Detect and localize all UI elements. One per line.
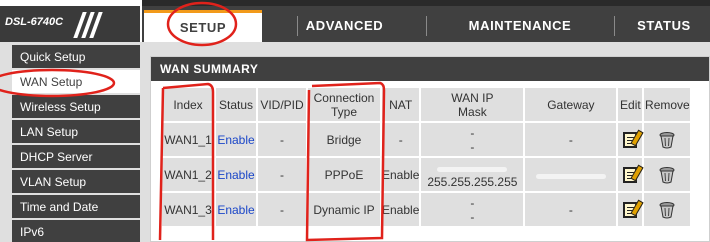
trash-icon[interactable]: [659, 166, 675, 184]
cell-wan-ip-mask: --: [421, 193, 524, 226]
cell-status[interactable]: Enable: [216, 158, 256, 191]
router-admin-page: DSL-6740C SETUP ADVANCED MAINTENANCE STA…: [0, 0, 710, 242]
connection-type-label: Connection Type: [313, 90, 375, 119]
cell-nat: Enable: [382, 158, 420, 191]
cell-edit[interactable]: [618, 158, 643, 191]
trash-icon[interactable]: [659, 201, 675, 219]
wan-mask: -: [470, 139, 475, 154]
edit-icon[interactable]: [623, 201, 638, 218]
trash-icon[interactable]: [659, 131, 675, 149]
wan-mask: 255.255.255.255: [427, 174, 518, 189]
sidebar-item-quick-setup[interactable]: Quick Setup: [12, 45, 140, 68]
tab-maintenance[interactable]: MAINTENANCE: [430, 12, 610, 38]
brand-logo: DSL-6740C: [0, 6, 140, 42]
tab-setup[interactable]: SETUP: [144, 10, 262, 42]
tab-advanced[interactable]: ADVANCED: [272, 12, 417, 38]
sidebar-item-lan-setup[interactable]: LAN Setup: [12, 120, 140, 143]
cell-index: WAN1_3: [162, 193, 214, 226]
sidebar-item-dhcp-server[interactable]: DHCP Server: [12, 145, 140, 168]
status-link[interactable]: Enable: [217, 133, 254, 147]
cell-index: WAN1_2: [162, 158, 214, 191]
column-header-status: Status: [216, 88, 256, 121]
column-header-remove: Remove: [644, 88, 691, 121]
main-nav-tabs: SETUP ADVANCED MAINTENANCE STATUS: [142, 6, 710, 42]
wan-mask: -: [470, 209, 475, 224]
cell-nat: -: [382, 123, 420, 156]
status-link[interactable]: Enable: [217, 203, 254, 217]
top-bar: DSL-6740C SETUP ADVANCED MAINTENANCE STA…: [0, 0, 710, 42]
wan-ip: -: [470, 125, 475, 140]
tab-separator: [614, 16, 615, 36]
sidebar-item-time-and-date[interactable]: Time and Date: [12, 195, 140, 218]
wan-summary-table: Index Status VID/PID Connection Type NAT…: [160, 86, 692, 228]
cell-status[interactable]: Enable: [216, 193, 256, 226]
tab-separator: [426, 16, 427, 36]
wan-ip-mask-label: WAN IP Mask: [451, 90, 494, 119]
sidebar-item-wireless-setup[interactable]: Wireless Setup: [12, 95, 140, 118]
cell-index: WAN1_1: [162, 123, 214, 156]
cell-vidpid: -: [258, 158, 306, 191]
table-row: WAN1_3 Enable - Dynamic IP Enable -- -: [162, 193, 691, 226]
cell-vidpid: -: [258, 193, 306, 226]
status-link[interactable]: Enable: [217, 168, 254, 182]
table-row: WAN1_2 Enable - PPPoE Enable 255.255.255…: [162, 158, 691, 191]
table-header-row: Index Status VID/PID Connection Type NAT…: [162, 88, 691, 121]
edit-icon[interactable]: [623, 131, 638, 148]
cell-edit[interactable]: [618, 123, 643, 156]
tab-status[interactable]: STATUS: [618, 12, 710, 38]
wan-ip: -: [470, 195, 475, 210]
column-header-connection-type: Connection Type: [308, 88, 380, 121]
cell-connection-type: Dynamic IP: [308, 193, 380, 226]
column-header-wan-ip-mask: WAN IP Mask: [421, 88, 524, 121]
cell-wan-ip-mask: --: [421, 123, 524, 156]
model-name: DSL-6740C: [5, 16, 64, 28]
redacted-value: [437, 166, 508, 172]
sidebar-item-vlan-setup[interactable]: VLAN Setup: [12, 170, 140, 193]
main-content: WAN SUMMARY Index Status VID/PID Connect…: [145, 44, 710, 242]
sidebar-item-wan-setup[interactable]: WAN Setup: [12, 70, 140, 93]
sidebar-item-ipv6[interactable]: IPv6: [12, 220, 140, 242]
cell-remove[interactable]: [644, 158, 691, 191]
wan-ip-redacted: [421, 161, 523, 175]
edit-icon[interactable]: [623, 166, 638, 183]
cell-connection-type: Bridge: [308, 123, 380, 156]
column-header-nat: NAT: [382, 88, 420, 121]
column-header-gateway: Gateway: [525, 88, 617, 121]
cell-status[interactable]: Enable: [216, 123, 256, 156]
cell-connection-type: PPPoE: [308, 158, 380, 191]
column-header-vidpid: VID/PID: [258, 88, 306, 121]
cell-gateway: -: [525, 193, 617, 226]
cell-nat: Enable: [382, 193, 420, 226]
cell-edit[interactable]: [618, 193, 643, 226]
cell-gateway: -: [525, 123, 617, 156]
panel-title: WAN SUMMARY: [151, 57, 709, 81]
sidebar: Quick Setup WAN Setup Wireless Setup LAN…: [0, 44, 140, 242]
column-header-index: Index: [162, 88, 214, 121]
table-row: WAN1_1 Enable - Bridge - -- -: [162, 123, 691, 156]
cell-wan-ip-mask: 255.255.255.255: [421, 158, 524, 191]
cell-remove[interactable]: [644, 193, 691, 226]
redacted-gateway: [535, 173, 606, 179]
cell-vidpid: -: [258, 123, 306, 156]
column-header-edit: Edit: [618, 88, 643, 121]
cell-remove[interactable]: [644, 123, 691, 156]
cell-gateway: [525, 158, 617, 191]
